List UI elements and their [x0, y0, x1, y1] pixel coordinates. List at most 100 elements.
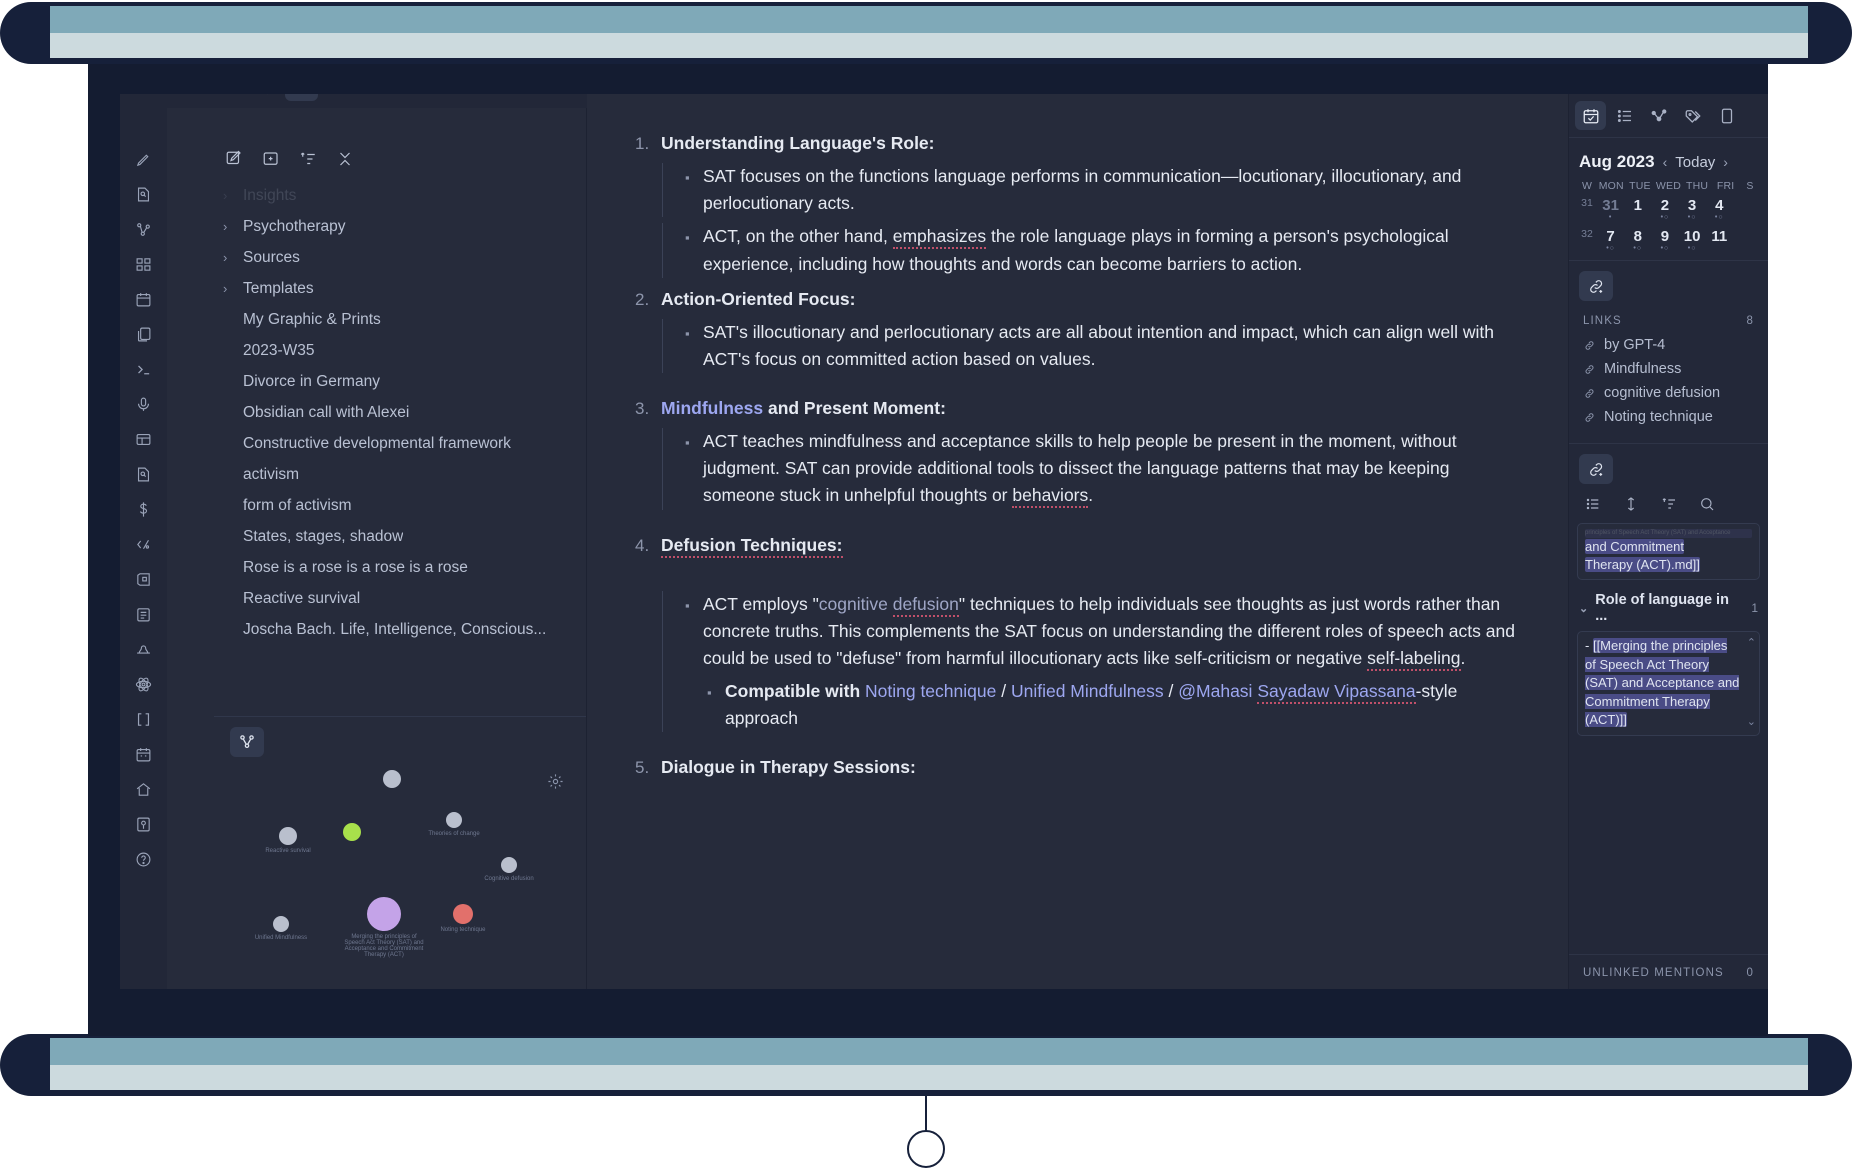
chevron-right-icon[interactable]: › — [223, 188, 234, 203]
scroll-up-icon[interactable]: ⌃ — [1747, 636, 1756, 652]
backlink-group-title[interactable]: ⌄ Role of language in ... 1 — [1569, 580, 1768, 631]
expand-results-icon[interactable] — [1623, 496, 1639, 517]
file-list-item[interactable]: › Psychotherapy — [223, 211, 576, 242]
graph-node[interactable] — [383, 770, 401, 788]
archive-icon[interactable] — [129, 564, 159, 594]
file-list-item[interactable]: ›My Graphic & Prints — [223, 304, 576, 335]
file-list[interactable]: › Insights › Psychotherapy › Sources › Template… — [167, 180, 586, 640]
file-list-item[interactable]: ›activism — [223, 459, 576, 490]
calendar-day[interactable] — [1733, 225, 1760, 254]
calendar-day[interactable]: 7 •○ — [1597, 225, 1624, 254]
file-icon[interactable] — [1711, 101, 1742, 130]
file-list-item[interactable]: ›Divorce in Germany — [223, 366, 576, 397]
chevron-right-icon[interactable]: › — [223, 250, 234, 265]
sidebar-toggle-icon[interactable] — [550, 94, 583, 101]
terminal-icon[interactable] — [129, 354, 159, 384]
note-editor[interactable]: 1. Understanding Language's Role: ▪ SAT … — [587, 94, 1568, 989]
new-note-icon[interactable] — [225, 150, 243, 168]
calendar-today-button[interactable]: Today — [1675, 154, 1715, 171]
graph-node[interactable] — [367, 897, 401, 931]
file-list-item[interactable]: ›Obsidian call with Alexei — [223, 397, 576, 428]
calendar-next-button[interactable]: › — [1723, 154, 1728, 170]
calendar-day[interactable]: 8 •○ — [1624, 225, 1651, 254]
unlinked-mentions-header[interactable]: UNLINKED MENTIONS 0 — [1569, 954, 1768, 979]
calendar-icon[interactable] — [129, 284, 159, 314]
graph-view-icon[interactable] — [230, 727, 264, 757]
folder-icon[interactable] — [285, 94, 318, 101]
sort-icon[interactable] — [299, 150, 317, 168]
local-graph-pane[interactable]: Theories of change Reactive survival Cogni… — [214, 716, 586, 989]
brackets-icon[interactable] — [129, 704, 159, 734]
graph-icon[interactable] — [1643, 101, 1674, 130]
page-search-icon[interactable] — [129, 459, 159, 489]
graph-node[interactable] — [446, 812, 462, 828]
calendar-days-icon[interactable] — [129, 739, 159, 769]
backlinks-pin-icon[interactable] — [1579, 454, 1613, 484]
graph-node[interactable] — [273, 916, 289, 932]
atom-icon[interactable] — [129, 669, 159, 699]
links-list[interactable]: by GPT-4 Mindfulness cognitive defusion Not… — [1569, 333, 1768, 429]
link-pin-icon[interactable] — [1579, 271, 1613, 301]
help-icon[interactable] — [129, 844, 159, 874]
graph-node[interactable] — [343, 823, 361, 841]
link-list-item[interactable]: Mindfulness — [1569, 357, 1768, 381]
backlink-card-partial[interactable]: principles of Speech Act Theory (SAT) an… — [1577, 523, 1760, 581]
search-icon[interactable] — [244, 94, 277, 101]
calendar-grid[interactable]: 31 31 • 1 2 •○ 3 •○ 4 •○ 32 7 •○ 8 •○ 9 •○ 10 •○ 11 — [1569, 192, 1768, 254]
file-list-item[interactable]: ›States, stages, shadow — [223, 521, 576, 552]
graph-node[interactable] — [279, 827, 297, 845]
chevron-right-icon[interactable]: › — [223, 219, 234, 234]
dollar-icon[interactable] — [129, 494, 159, 524]
note-search-icon[interactable] — [129, 179, 159, 209]
canvas-icon[interactable] — [129, 249, 159, 279]
stamp-icon[interactable] — [129, 634, 159, 664]
chevron-down-icon[interactable]: ⌄ — [1579, 602, 1588, 615]
calendar-prev-button[interactable]: ‹ — [1663, 154, 1668, 170]
calendar-day[interactable] — [1733, 194, 1760, 223]
list-icon[interactable] — [1609, 101, 1640, 130]
link-list-item[interactable]: Noting technique — [1569, 405, 1768, 429]
calendar-week-number[interactable]: 31 — [1577, 194, 1597, 223]
copy-icon[interactable] — [129, 319, 159, 349]
calendar-day[interactable]: 11 — [1706, 225, 1733, 254]
file-list-item[interactable]: ›Constructive developmental framework — [223, 428, 576, 459]
file-list-item[interactable]: › Insights — [223, 180, 576, 211]
internal-link[interactable]: Unified Mindfulness — [1011, 681, 1164, 701]
graph-node[interactable] — [453, 904, 473, 924]
calendar-check-icon[interactable] — [1575, 101, 1606, 130]
file-list-item[interactable]: ›Joscha Bach. Life, Intelligence, Consci… — [223, 614, 576, 640]
chevron-right-icon[interactable]: › — [223, 281, 234, 296]
calendar-day[interactable]: 9 •○ — [1651, 225, 1678, 254]
calendar-day[interactable]: 2 •○ — [1651, 194, 1678, 223]
search-results-icon[interactable] — [1699, 496, 1715, 517]
file-list-item[interactable]: ›Reactive survival — [223, 583, 576, 614]
pin-icon[interactable] — [129, 809, 159, 839]
collapse-results-icon[interactable] — [1585, 496, 1601, 517]
collapse-all-icon[interactable] — [336, 150, 354, 168]
internal-link[interactable]: Mindfulness — [661, 398, 763, 418]
graph-node[interactable] — [501, 857, 517, 873]
calendar-day[interactable]: 4 •○ — [1706, 194, 1733, 223]
internal-link[interactable]: Noting technique — [865, 681, 996, 701]
home-icon[interactable] — [129, 774, 159, 804]
gear-icon[interactable] — [547, 773, 564, 795]
scroll-down-icon[interactable]: ⌄ — [1747, 715, 1756, 731]
calendar-week-number[interactable]: 32 — [1577, 225, 1597, 254]
file-list-item[interactable]: › Sources — [223, 242, 576, 273]
file-list-item[interactable]: ›Rose is a rose is a rose is a rose — [223, 552, 576, 583]
tags-icon[interactable] — [1677, 101, 1708, 130]
file-list-item[interactable]: ›2023-W35 — [223, 335, 576, 366]
pen-icon[interactable] — [129, 144, 159, 174]
file-list-item[interactable]: ›form of activism — [223, 490, 576, 521]
sort-results-icon[interactable] — [1661, 496, 1677, 517]
layout-icon[interactable] — [129, 424, 159, 454]
graph-icon[interactable] — [129, 214, 159, 244]
link-list-item[interactable]: by GPT-4 — [1569, 333, 1768, 357]
clipboard-icon[interactable] — [129, 599, 159, 629]
calendar-day[interactable]: 3 •○ — [1679, 194, 1706, 223]
file-list-item[interactable]: › Templates — [223, 273, 576, 304]
code-percent-icon[interactable] — [129, 529, 159, 559]
calendar-day[interactable]: 10 •○ — [1679, 225, 1706, 254]
new-folder-icon[interactable] — [262, 150, 280, 168]
link-list-item[interactable]: cognitive defusion — [1569, 381, 1768, 405]
